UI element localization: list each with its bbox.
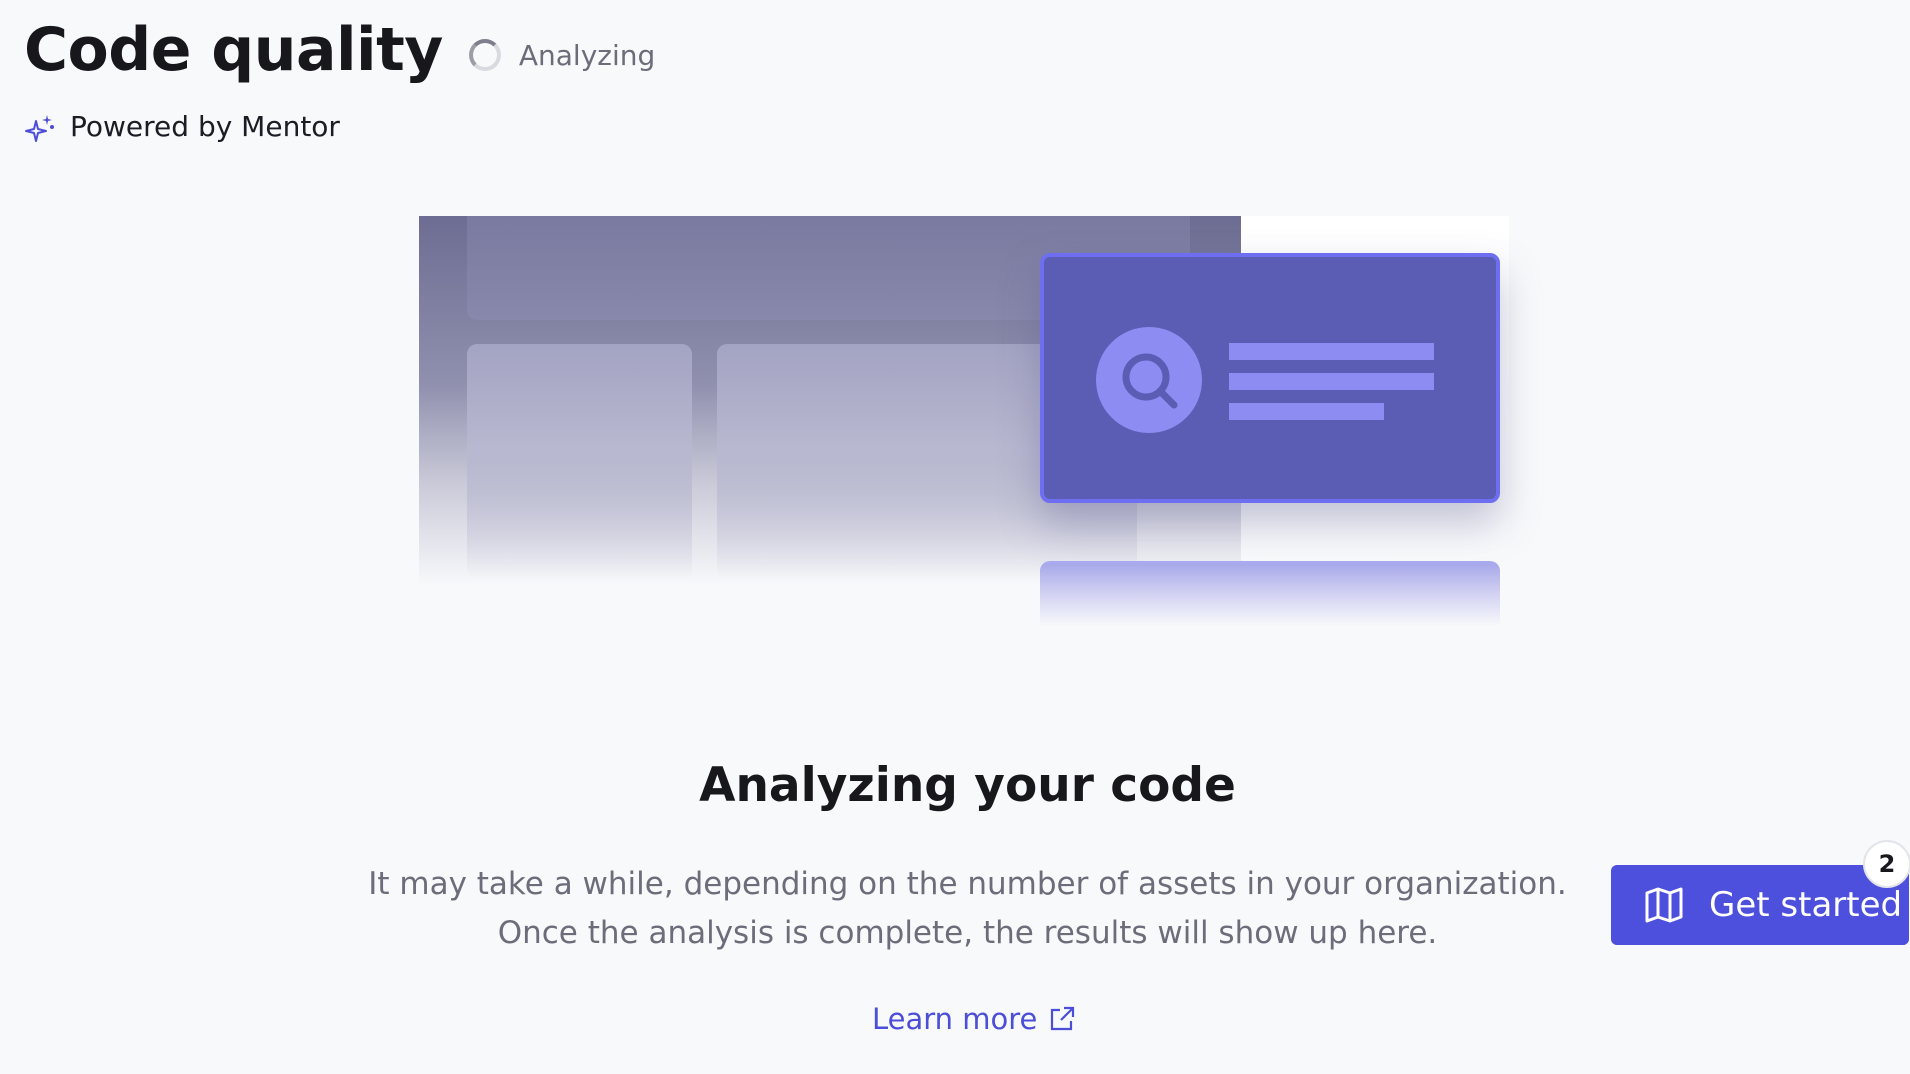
powered-by: Powered by Mentor	[24, 110, 340, 143]
text-line	[1229, 373, 1434, 390]
powered-by-label: Powered by Mentor	[70, 110, 340, 143]
illustration-card-left	[467, 344, 692, 579]
empty-state-heading: Analyzing your code	[699, 758, 1236, 813]
sparkle-icon	[25, 114, 54, 142]
loading-spinner-icon	[468, 39, 501, 71]
code-quality-page: Code quality Analyzing Powered by Mentor	[0, 0, 1910, 1074]
search-card	[1040, 253, 1500, 503]
title-row: Code quality Analyzing	[24, 14, 655, 86]
empty-state-description: It may take a while, depending on the nu…	[368, 866, 1567, 951]
notification-badge: 2	[1863, 840, 1910, 888]
text-line	[1229, 403, 1384, 420]
map-icon	[1645, 887, 1683, 923]
ghost-card	[1040, 561, 1500, 626]
get-started-label: Get started	[1709, 885, 1903, 925]
analysis-status: Analyzing	[468, 38, 656, 72]
page-title: Code quality	[24, 15, 443, 85]
text-line	[1229, 343, 1434, 360]
status-text: Analyzing	[518, 38, 656, 72]
analysis-illustration	[419, 216, 1509, 626]
learn-more-link[interactable]: Learn more	[872, 1002, 1077, 1036]
get-started-button[interactable]: Get started	[1611, 865, 1909, 945]
learn-more-label: Learn more	[872, 1002, 1038, 1036]
magnifier-icon	[1096, 327, 1202, 433]
external-link-icon	[1051, 1006, 1075, 1031]
